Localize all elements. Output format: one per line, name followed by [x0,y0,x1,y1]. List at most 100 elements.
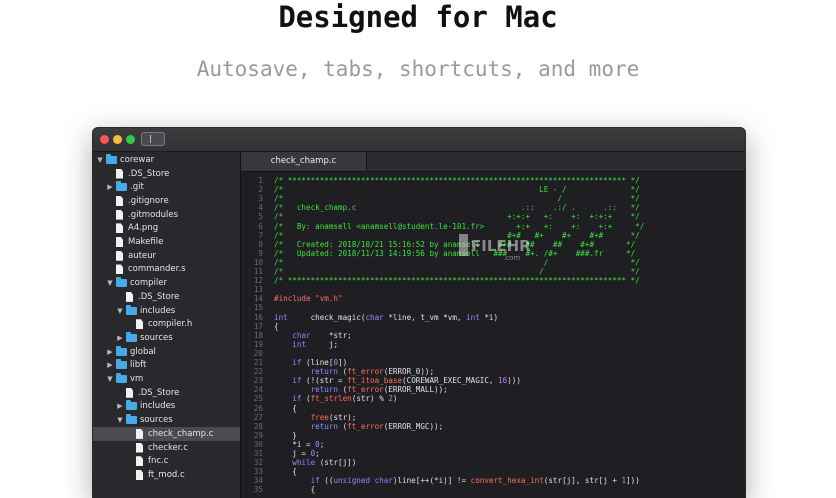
code-line[interactable]: 4 /* check_champ.c .:: .:/ . .:: */ [241,203,745,212]
code-line[interactable]: 32 while (str[j]) [241,458,745,467]
line-number: 21 [253,358,263,367]
sidebar-item-label: ft_mod.c [148,469,185,480]
watermark-logo: FILEHR .com [459,234,531,262]
code-line[interactable]: 35 { [241,485,745,494]
line-number: 10 [253,257,263,267]
sidebar-folder[interactable]: ▼ sources [93,413,240,427]
sidebar-file[interactable]: ft_mod.c [93,468,240,482]
line-number: 12 [253,276,263,286]
sidebar-item-label: .gitmodules [128,209,179,220]
line-source: j = 0; [274,449,320,458]
code-line[interactable]: 26 { [241,404,745,413]
sidebar-file[interactable]: checker.c [93,441,240,455]
zoom-window-button[interactable] [126,135,135,144]
code-line[interactable]: 5 /* +:+:+ +: +: +:+:+ */ [241,212,745,221]
line-source: /* / */ [274,267,640,276]
sidebar-file[interactable]: auteur [93,249,240,263]
sidebar-folder[interactable]: ▼ includes [93,304,240,318]
file-icon [136,456,143,467]
code-line[interactable]: 31 j = 0; [241,449,745,458]
code-line[interactable]: 20 [241,349,745,358]
sidebar-file[interactable]: Makefile [93,235,240,249]
chevron-down-icon[interactable]: ▼ [96,156,104,164]
code-line[interactable]: 29 } [241,431,745,440]
code-line[interactable]: 28 return (ft_error(ERROR_MGC)); [241,422,745,431]
minimize-window-button[interactable] [113,135,122,144]
line-source: if (!(str = ft_itoa_base(COREWAR_EXEC_MA… [292,376,521,386]
page-headline: Designed for Mac [278,0,558,34]
code-line[interactable]: 1 /* ************************************… [241,176,745,185]
line-number: 14 [253,294,263,304]
code-line[interactable]: 11 /* / */ [241,267,745,276]
line-source: /* check_champ.c .:: .:/ . .:: */ [274,203,640,213]
sidebar-file[interactable]: A4.png [93,222,240,236]
code-line[interactable]: 13 [241,285,745,294]
folder-icon [126,414,137,425]
chevron-right-icon[interactable]: ▶ [106,183,114,191]
folder-icon [126,331,137,342]
code-line[interactable]: 21 if (line[0]) [241,358,745,367]
code-line[interactable]: 17 { [241,322,745,331]
code-line[interactable]: 30 *i = 0; [241,440,745,449]
code-line[interactable]: 34 if ((unsigned char)line[++(*i)] != co… [241,476,745,485]
line-number: 25 [253,394,263,404]
sidebar-toggle-icon[interactable] [141,132,165,146]
code-line[interactable]: 18 char *str; [241,331,745,340]
line-number: 23 [253,376,263,386]
code-line[interactable]: 19 int j; [241,340,745,349]
sidebar-folder[interactable]: ▼ compiler [93,276,240,290]
code-line[interactable]: 15 [241,303,745,312]
code-editor[interactable]: check_champ.c 1 /* **********************… [241,152,745,498]
sidebar-file[interactable]: fnc.c [93,454,240,468]
file-icon [116,264,123,275]
line-number: 22 [253,367,263,377]
sidebar-folder[interactable]: ▶ global [93,345,240,359]
chevron-right-icon[interactable]: ▶ [116,402,124,410]
sidebar-file[interactable]: check_champ.c [93,427,240,441]
chevron-down-icon[interactable]: ▼ [116,416,124,424]
sidebar-file[interactable]: commander.s [93,263,240,277]
sidebar-file[interactable]: .DS_Store [93,386,240,400]
code-line[interactable]: 3 /* / */ [241,194,745,203]
line-number: 31 [253,449,263,458]
sidebar-item-label: Makefile [128,237,164,248]
line-number: 35 [253,485,263,495]
sidebar-file[interactable]: .DS_Store [93,290,240,304]
chevron-right-icon[interactable]: ▶ [106,348,114,356]
sidebar-file[interactable]: compiler.h [93,317,240,331]
code-line[interactable]: 22 return (ft_error(ERROR_0)); [241,367,745,376]
sidebar-item-label: compiler.h [148,319,193,330]
code-line[interactable]: 2 /* LE - / */ [241,185,745,194]
sidebar-folder[interactable]: ▼ corewar [93,153,240,167]
tab-check-champ[interactable]: check_champ.c [241,152,367,171]
line-number: 2 [258,185,263,195]
sidebar-file[interactable]: .gitmodules [93,208,240,222]
code-line[interactable]: 16 int check_magic(char *line, t_vm *vm, … [241,313,745,322]
window-titlebar[interactable] [93,128,745,152]
chevron-right-icon[interactable]: ▶ [106,361,114,369]
code-line[interactable]: 27 free(str); [241,413,745,422]
chevron-down-icon[interactable]: ▼ [116,307,124,315]
sidebar-item-label: compiler [130,278,167,289]
code-line[interactable]: 14 #include "vm.h" [241,294,745,303]
sidebar-folder[interactable]: ▶ .git [93,180,240,194]
chevron-down-icon[interactable]: ▼ [106,279,114,287]
code-line[interactable]: 23 if (!(str = ft_itoa_base(COREWAR_EXEC… [241,376,745,385]
folder-icon [126,304,137,315]
sidebar-file[interactable]: .DS_Store [93,167,240,181]
sidebar-file[interactable]: .gitignore [93,194,240,208]
code-line[interactable]: 25 if (ft_strlen(str) % 2) [241,394,745,403]
chevron-right-icon[interactable]: ▶ [116,334,124,342]
code-line[interactable]: 33 { [241,467,745,476]
sidebar-folder[interactable]: ▶ libft [93,359,240,373]
sidebar-folder[interactable]: ▼ vm [93,372,240,386]
code-line[interactable]: 12 /* ***********************************… [241,276,745,285]
page-subheadline: Autosave, tabs, shortcuts, and more [196,57,640,81]
sidebar-folder[interactable]: ▶ sources [93,331,240,345]
code-line[interactable]: 24 return (ft_error(ERROR_MALL)); [241,385,745,394]
chevron-down-icon[interactable]: ▼ [106,375,114,383]
sidebar-folder[interactable]: ▶ includes [93,400,240,414]
watermark-text: FILEHR [471,237,531,255]
line-number: 5 [258,212,263,222]
close-window-button[interactable] [100,135,109,144]
